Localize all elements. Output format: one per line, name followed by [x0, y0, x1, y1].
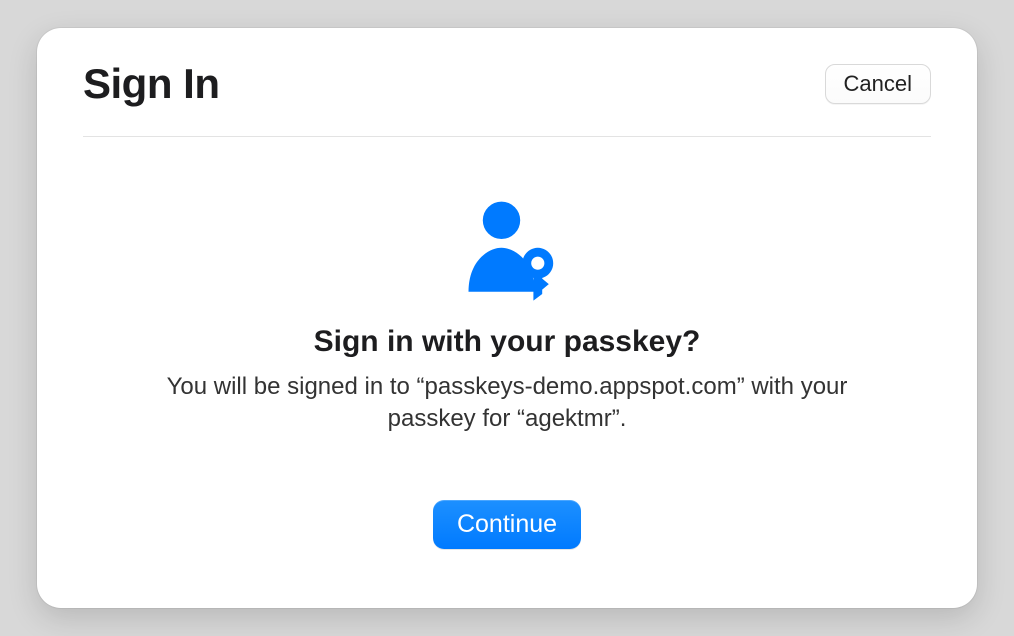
dialog-body: Sign in with your passkey? You will be s…	[83, 137, 931, 608]
dialog-title: Sign In	[83, 60, 220, 108]
cancel-button[interactable]: Cancel	[825, 64, 931, 104]
dialog-header: Sign In Cancel	[83, 28, 931, 137]
prompt-message: You will be signed in to “passkeys-demo.…	[127, 371, 887, 436]
person-key-icon	[452, 195, 562, 305]
prompt-title: Sign in with your passkey?	[314, 325, 701, 359]
sign-in-dialog: Sign In Cancel Sign in with your passkey…	[37, 28, 977, 608]
continue-button[interactable]: Continue	[433, 500, 581, 549]
